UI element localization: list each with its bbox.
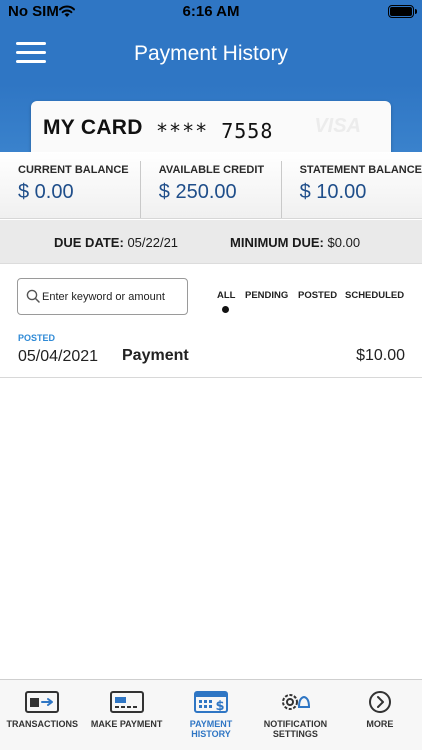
clock: 6:16 AM: [182, 3, 240, 20]
tab-more[interactable]: MORE: [338, 680, 422, 750]
balance-summary: CURRENT BALANCE $ 0.00 AVAILABLE CREDIT …: [0, 152, 422, 219]
tab-notification-settings-label-line2: SETTINGS: [272, 729, 318, 739]
tab-transactions[interactable]: TRANSACTIONS: [0, 680, 84, 750]
tab-payment-history[interactable]: $ PAYMENT HISTORY: [169, 680, 253, 750]
tab-more-label: MORE: [366, 719, 394, 729]
minimum-due-label: MINIMUM DUE:: [230, 235, 324, 250]
available-credit: AVAILABLE CREDIT $ 250.00: [139, 161, 281, 218]
available-credit-value: $ 250.00: [158, 181, 237, 203]
tab-notification-settings-label-line1: NOTIFICATION: [263, 719, 328, 729]
transaction-date: 05/04/2021: [18, 348, 99, 365]
card-name: MY CARD: [43, 116, 143, 139]
tab-notification-settings[interactable]: NOTIFICATION SETTINGS: [253, 680, 337, 750]
available-credit-label: AVAILABLE CREDIT: [158, 164, 265, 176]
card-number: **** 7558: [156, 119, 274, 143]
statement-balance: STATEMENT BALANCE $ 10.00: [280, 161, 422, 218]
tab-transactions-label: TRANSACTIONS: [6, 719, 78, 729]
filter-posted[interactable]: POSTED: [298, 290, 337, 301]
current-balance: CURRENT BALANCE $ 0.00: [0, 152, 140, 218]
calendar-dollar-icon: $: [194, 691, 229, 714]
gear-bell-icon: [282, 694, 311, 710]
tab-make-payment[interactable]: MAKE PAYMENT: [84, 680, 168, 750]
due-date: DUE DATE: 05/22/21: [54, 235, 178, 250]
tab-payment-history-label-line2: HISTORY: [191, 729, 231, 739]
card-banner: MY CARD **** 7558 VISA: [0, 84, 422, 152]
card-icon: [109, 691, 144, 713]
svg-text:$: $: [215, 699, 224, 714]
minimum-due-value: $0.00: [327, 235, 361, 250]
filter-all[interactable]: ALL: [217, 290, 235, 301]
tab-payment-history-label: PAYMENT HISTORY: [169, 719, 253, 739]
app-header: Payment History: [0, 24, 422, 84]
tab-notification-settings-label: NOTIFICATION SETTINGS: [253, 719, 337, 739]
statement-balance-label: STATEMENT BALANCE: [299, 164, 422, 176]
tab-make-payment-label: MAKE PAYMENT: [90, 719, 163, 729]
minimum-due: MINIMUM DUE: $0.00: [230, 235, 360, 250]
filter-tabs: ALL PENDING POSTED SCHEDULED: [0, 290, 422, 320]
transaction-status: POSTED: [18, 333, 56, 343]
due-date-value: 05/22/21: [127, 235, 179, 250]
battery-icon: [388, 5, 417, 18]
filter-scheduled[interactable]: SCHEDULED: [345, 290, 404, 301]
status-bar: No SIM 6:16 AM: [0, 0, 422, 24]
tab-payment-history-label-line1: PAYMENT: [189, 719, 233, 729]
current-balance-label: CURRENT BALANCE: [18, 164, 129, 176]
transactions-icon: [25, 691, 60, 713]
due-date-label: DUE DATE:: [54, 235, 124, 250]
card-brand-logo: VISA: [314, 115, 361, 137]
chevron-right-circle-icon: [368, 691, 391, 713]
selected-filter-indicator: [222, 306, 229, 313]
statement-balance-value: $ 10.00: [299, 181, 367, 203]
credit-card: MY CARD **** 7558 VISA: [31, 101, 391, 152]
page-title: Payment History: [133, 42, 289, 65]
current-balance-value: $ 0.00: [18, 181, 74, 203]
bottom-tab-bar: TRANSACTIONS MAKE PAYMENT $ PAYMENT HIST…: [0, 679, 422, 750]
transaction-row[interactable]: POSTED 05/04/2021 Payment $10.00: [0, 330, 422, 378]
due-bar: DUE DATE: 05/22/21 MINIMUM DUE: $0.00: [0, 220, 422, 264]
transaction-description: Payment: [122, 347, 189, 364]
transaction-amount: $10.00: [356, 347, 405, 364]
filter-pending[interactable]: PENDING: [245, 290, 288, 301]
